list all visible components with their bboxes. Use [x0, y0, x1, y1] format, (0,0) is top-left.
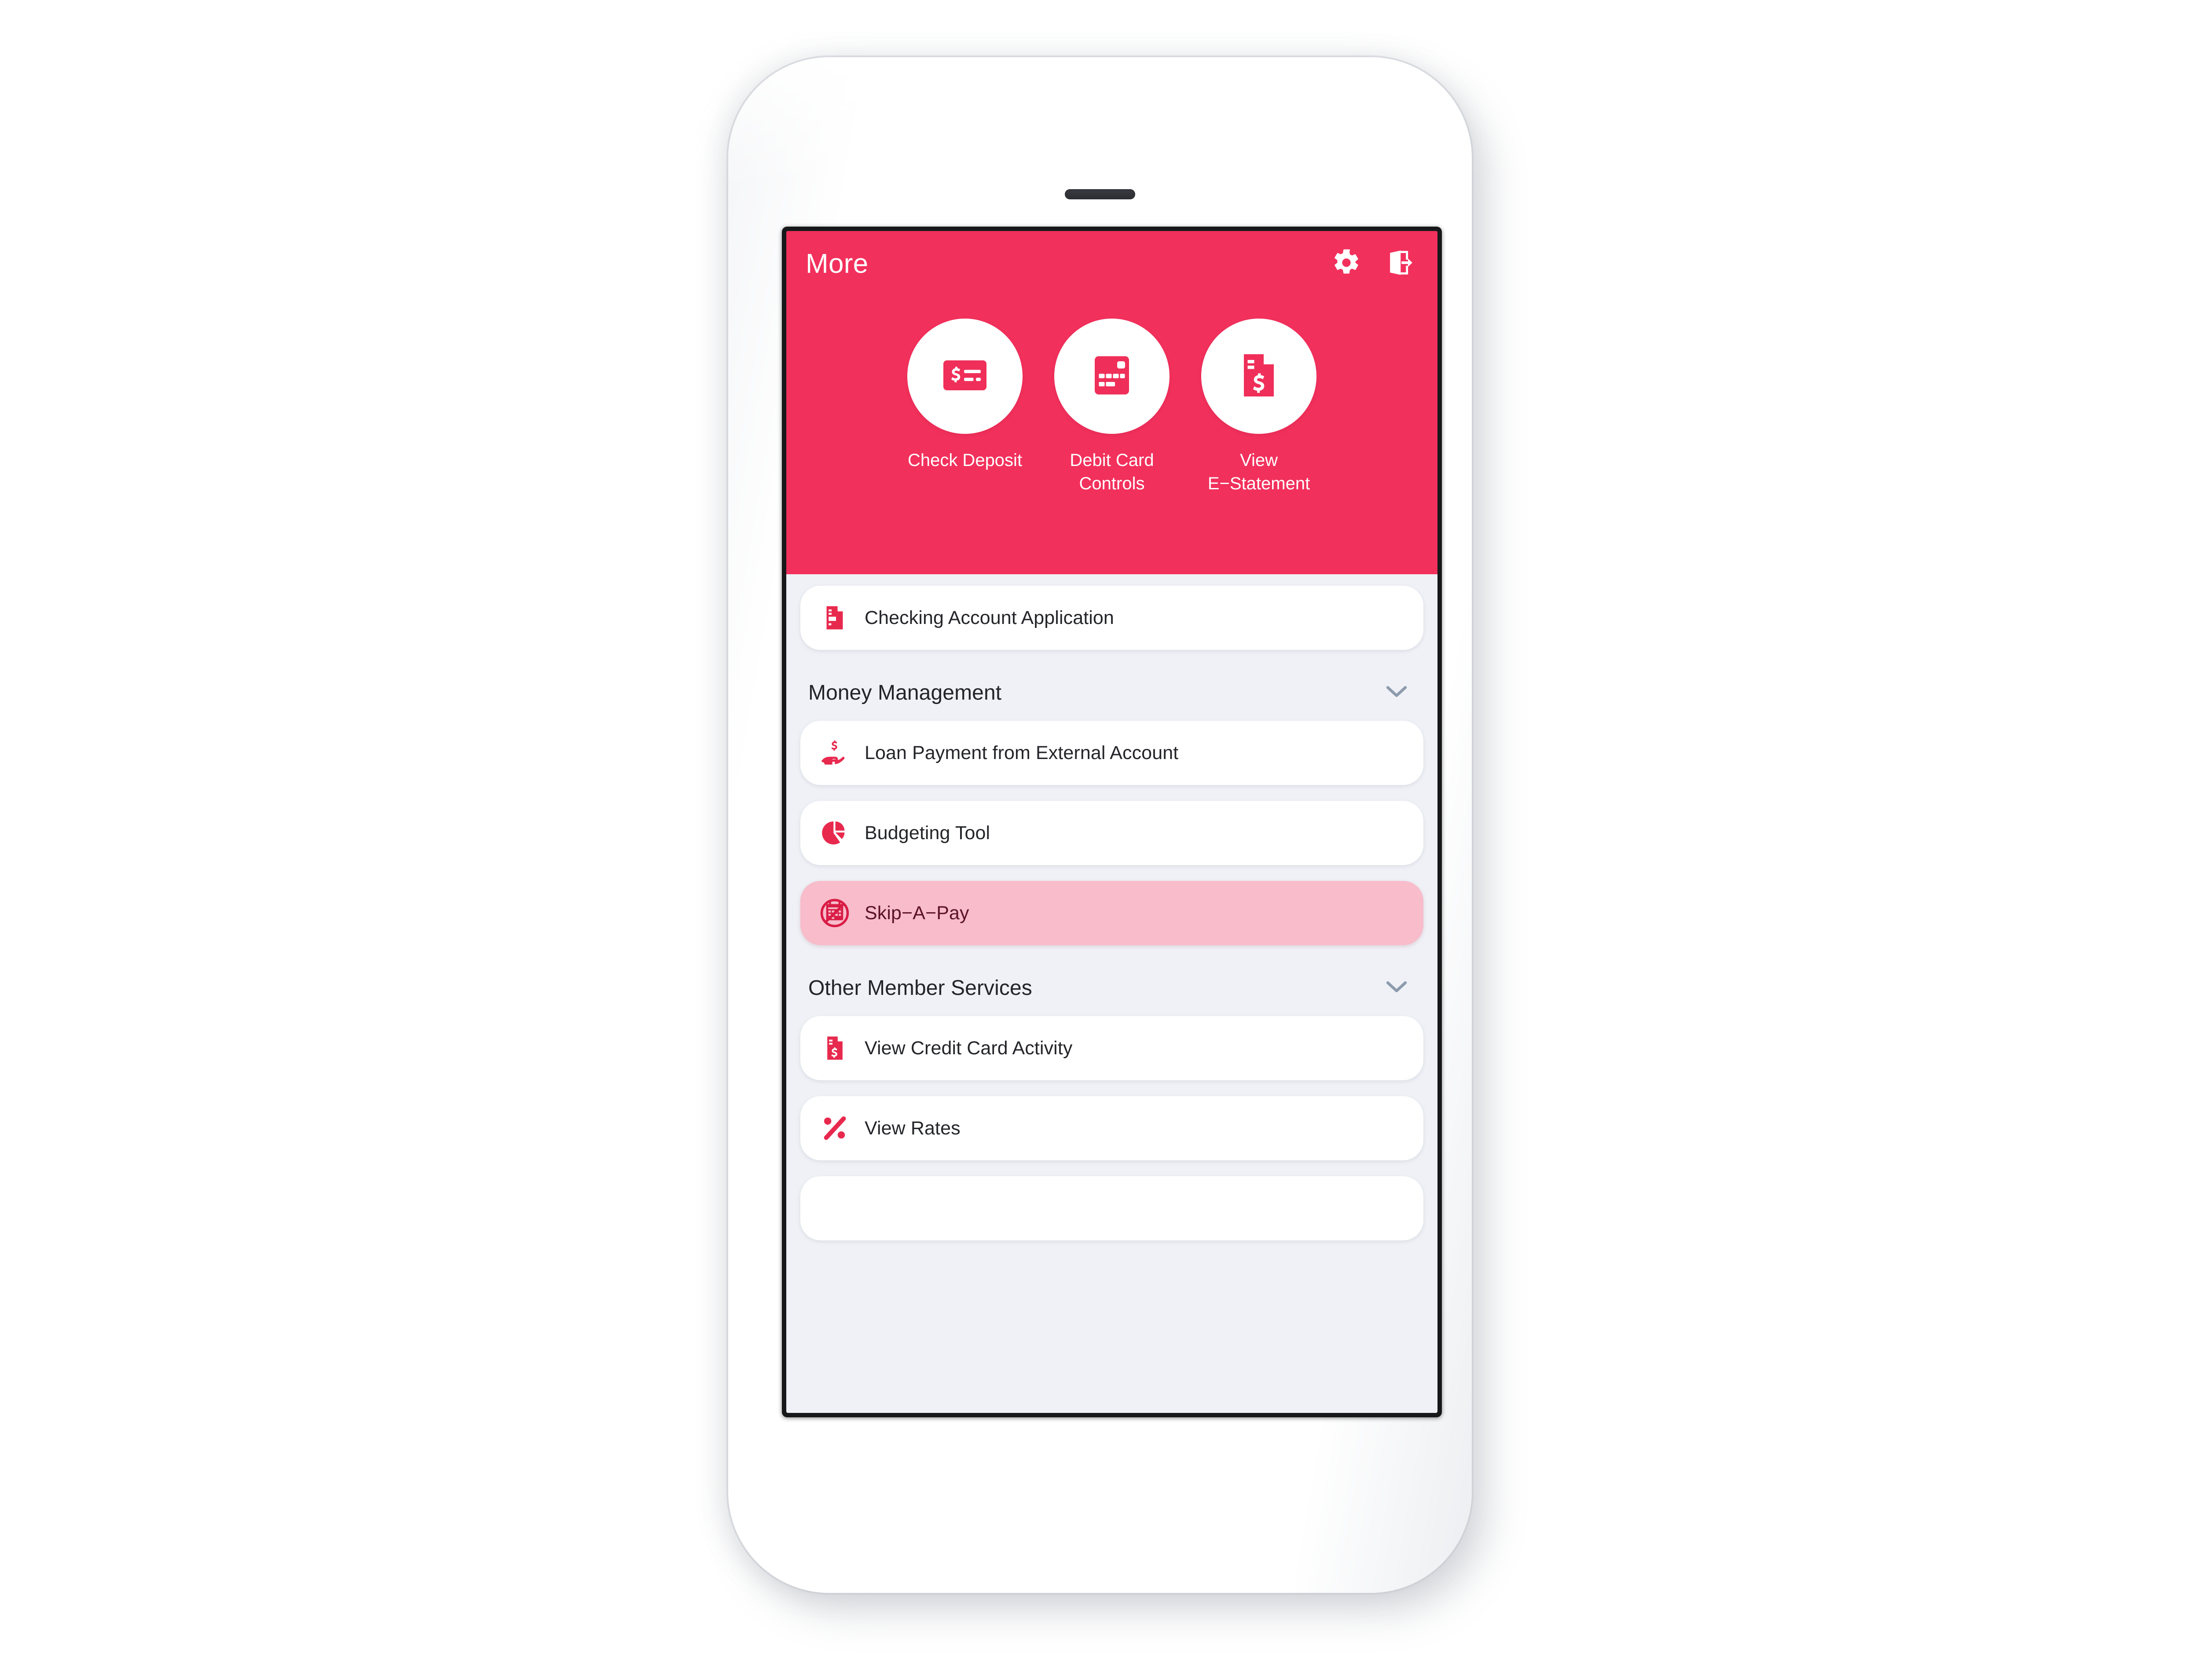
services-list: Checking Account Application Money Manag… — [786, 574, 1437, 1413]
app-screen: More Check Deposit Debit Card Controls V… — [786, 231, 1437, 1413]
list-item-skip-a-pay[interactable]: Skip−A−Pay — [800, 881, 1423, 945]
pie-chart-icon — [818, 816, 851, 850]
hand-dollar-icon — [818, 736, 851, 770]
phone-device-frame: More Check Deposit Debit Card Controls V… — [728, 57, 1472, 1593]
quick-action-label: Debit Card Controls — [1070, 451, 1154, 493]
list-item-label: Skip−A−Pay — [865, 902, 969, 924]
header-bar: More — [806, 248, 1418, 280]
no-calendar-icon — [818, 896, 851, 930]
list-item-view-rates[interactable]: View Rates — [800, 1096, 1423, 1160]
list-item-label: Loan Payment from External Account — [865, 742, 1179, 763]
section-title: Money Management — [808, 681, 1002, 704]
document-list-icon — [818, 601, 851, 635]
list-item-loan-payment-from-external-account[interactable]: Loan Payment from External Account — [800, 721, 1423, 785]
list-item-label: View Rates — [865, 1117, 961, 1139]
chevron-down-icon[interactable] — [1386, 980, 1412, 996]
app-header: More Check Deposit Debit Card Controls V… — [786, 231, 1437, 574]
header-actions — [1332, 248, 1418, 280]
statement-dollar-icon — [818, 1031, 851, 1065]
quick-actions-row: Check Deposit Debit Card Controls View E… — [806, 319, 1418, 495]
list-item-budgeting-tool[interactable]: Budgeting Tool — [800, 801, 1423, 865]
quick-action-label: Check Deposit — [907, 451, 1023, 470]
chevron-down-icon[interactable] — [1386, 685, 1412, 701]
quick-action-circle — [1054, 319, 1170, 434]
e-statement-icon — [1232, 349, 1285, 404]
section-header-other-member-services[interactable]: Other Member Services — [800, 961, 1423, 1016]
section-header-money-management[interactable]: Money Management — [800, 666, 1423, 721]
section-title: Other Member Services — [808, 976, 1032, 1000]
earpiece-speaker — [1065, 189, 1135, 199]
quick-action-circle — [1201, 319, 1316, 434]
quick-action-debit-card-controls[interactable]: Debit Card Controls — [1048, 319, 1176, 495]
gear-icon[interactable] — [1332, 248, 1361, 279]
quick-action-label: View E−Statement — [1207, 451, 1310, 493]
check-deposit-icon — [939, 349, 991, 404]
list-item-label: Checking Account Application — [865, 607, 1114, 628]
quick-action-circle — [907, 319, 1023, 434]
screen-bezel: More Check Deposit Debit Card Controls V… — [782, 227, 1442, 1417]
list-item-label: Budgeting Tool — [865, 822, 990, 844]
logout-icon[interactable] — [1384, 248, 1414, 280]
list-item-partial-below-fold[interactable] — [800, 1176, 1423, 1240]
percent-icon — [818, 1111, 851, 1145]
debit-card-icon — [1085, 349, 1138, 404]
page-title: More — [806, 248, 869, 279]
quick-action-check-deposit[interactable]: Check Deposit — [901, 319, 1029, 495]
list-item-label: View Credit Card Activity — [865, 1037, 1073, 1059]
list-item-view-credit-card-activity[interactable]: View Credit Card Activity — [800, 1016, 1423, 1080]
list-item-checking-account-application[interactable]: Checking Account Application — [800, 586, 1423, 650]
quick-action-view-e-statement[interactable]: View E−Statement — [1195, 319, 1323, 495]
device-glare — [728, 57, 1472, 189]
